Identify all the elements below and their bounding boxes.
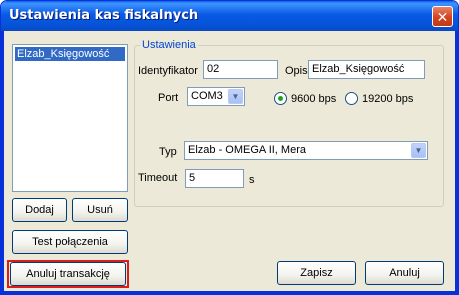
- port-value: COM3: [191, 90, 223, 102]
- identifier-label: Identyfikator: [138, 65, 198, 77]
- device-listbox[interactable]: Elzab_Księgowość: [12, 44, 128, 192]
- test-connection-button[interactable]: Test połączenia: [12, 230, 128, 254]
- window-title: Ustawienia kas fiskalnych: [9, 8, 199, 23]
- cancel-button[interactable]: Anuluj: [365, 261, 444, 285]
- identifier-field[interactable]: 02: [203, 60, 278, 79]
- type-label: Typ: [159, 146, 177, 158]
- settings-group-title: Ustawienia: [140, 39, 198, 51]
- chevron-down-icon[interactable]: ▼: [228, 89, 243, 104]
- timeout-label: Timeout: [138, 172, 178, 184]
- baud-19200-radio[interactable]: [345, 92, 358, 105]
- title-bar[interactable]: Ustawienia kas fiskalnych ✕: [1, 1, 458, 31]
- port-select[interactable]: COM3 ▼: [187, 87, 245, 106]
- type-select[interactable]: Elzab - OMEGA II, Mera ▼: [184, 141, 428, 160]
- add-button[interactable]: Dodaj: [12, 198, 67, 222]
- remove-button[interactable]: Usuń: [72, 198, 128, 222]
- baud-19200-label: 19200 bps: [362, 93, 414, 105]
- type-value: Elzab - OMEGA II, Mera: [188, 144, 306, 156]
- baud-9600-radio[interactable]: [274, 92, 287, 105]
- settings-dialog: Ustawienia kas fiskalnych ✕ Elzab_Księgo…: [0, 0, 459, 295]
- port-label: Port: [158, 92, 179, 104]
- highlight-frame: [7, 260, 129, 288]
- save-button[interactable]: Zapisz: [277, 261, 356, 285]
- radio-selected-dot: [278, 96, 283, 101]
- close-icon: ✕: [436, 8, 449, 25]
- timeout-field[interactable]: 5: [185, 169, 244, 188]
- timeout-unit: s: [249, 174, 255, 186]
- chevron-down-icon[interactable]: ▼: [411, 143, 426, 158]
- close-button[interactable]: ✕: [432, 6, 453, 27]
- description-label: Opis: [285, 65, 308, 77]
- list-item[interactable]: Elzab_Księgowość: [14, 46, 126, 62]
- baud-9600-label: 9600 bps: [291, 93, 337, 105]
- description-field[interactable]: Elzab_Księgowość: [308, 60, 425, 79]
